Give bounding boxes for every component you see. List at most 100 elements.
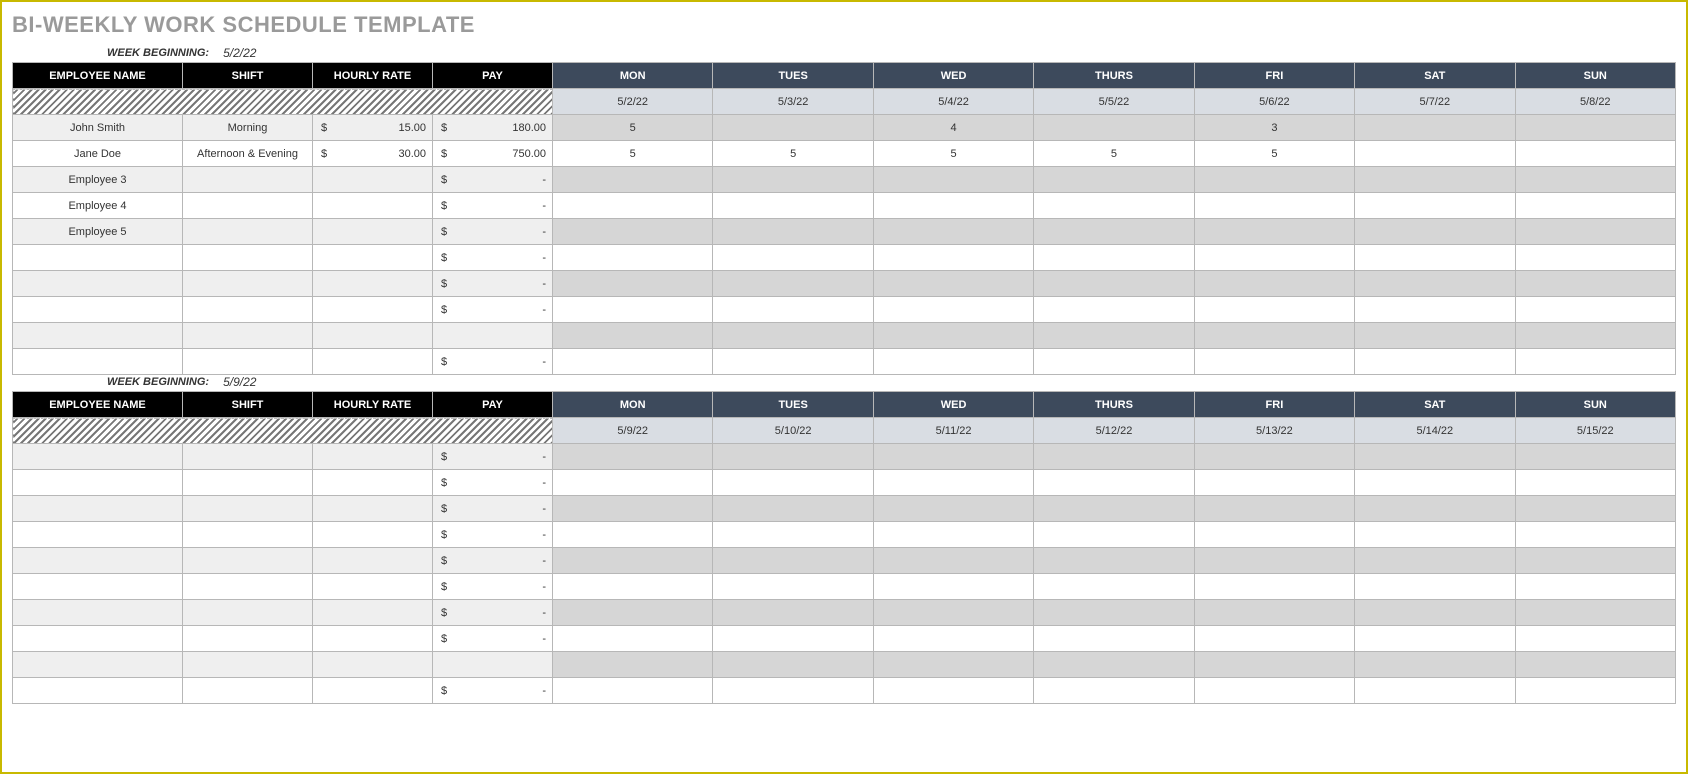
shift-cell[interactable] xyxy=(183,349,313,375)
hourly-rate-cell[interactable] xyxy=(313,678,433,704)
hours-cell[interactable] xyxy=(1515,323,1675,349)
hours-cell[interactable] xyxy=(553,470,713,496)
hours-cell[interactable] xyxy=(1034,496,1194,522)
hours-cell[interactable] xyxy=(873,219,1033,245)
hours-cell[interactable] xyxy=(1194,219,1354,245)
hours-cell[interactable] xyxy=(1034,522,1194,548)
hours-cell[interactable] xyxy=(1515,245,1675,271)
hours-cell[interactable] xyxy=(553,626,713,652)
shift-cell[interactable] xyxy=(183,167,313,193)
hours-cell[interactable] xyxy=(873,470,1033,496)
employee-name-cell[interactable] xyxy=(13,574,183,600)
hours-cell[interactable] xyxy=(1194,167,1354,193)
hours-cell[interactable] xyxy=(1355,574,1515,600)
hours-cell[interactable] xyxy=(1355,678,1515,704)
hours-cell[interactable] xyxy=(1515,193,1675,219)
hours-cell[interactable] xyxy=(1034,115,1194,141)
hourly-rate-cell[interactable] xyxy=(313,470,433,496)
hourly-rate-cell[interactable] xyxy=(313,167,433,193)
shift-cell[interactable] xyxy=(183,219,313,245)
shift-cell[interactable] xyxy=(183,323,313,349)
hourly-rate-cell[interactable] xyxy=(313,349,433,375)
hours-cell[interactable] xyxy=(1355,297,1515,323)
hours-cell[interactable] xyxy=(873,548,1033,574)
hours-cell[interactable] xyxy=(713,245,873,271)
hours-cell[interactable]: 5 xyxy=(553,141,713,167)
hours-cell[interactable] xyxy=(553,271,713,297)
employee-name-cell[interactable] xyxy=(13,323,183,349)
hours-cell[interactable] xyxy=(1515,444,1675,470)
hours-cell[interactable] xyxy=(1194,349,1354,375)
hours-cell[interactable] xyxy=(713,219,873,245)
date-cell[interactable]: 5/7/22 xyxy=(1355,89,1515,115)
employee-name-cell[interactable]: John Smith xyxy=(13,115,183,141)
hours-cell[interactable] xyxy=(873,522,1033,548)
hours-cell[interactable] xyxy=(713,548,873,574)
date-cell[interactable]: 5/9/22 xyxy=(553,418,713,444)
hours-cell[interactable] xyxy=(1355,141,1515,167)
hours-cell[interactable] xyxy=(1194,444,1354,470)
hourly-rate-cell[interactable] xyxy=(313,323,433,349)
hours-cell[interactable] xyxy=(1515,297,1675,323)
employee-name-cell[interactable] xyxy=(13,496,183,522)
hours-cell[interactable] xyxy=(1194,470,1354,496)
hours-cell[interactable] xyxy=(1034,678,1194,704)
hours-cell[interactable] xyxy=(1515,271,1675,297)
hours-cell[interactable] xyxy=(1034,323,1194,349)
hours-cell[interactable] xyxy=(1034,652,1194,678)
hours-cell[interactable] xyxy=(1194,193,1354,219)
hours-cell[interactable]: 5 xyxy=(1194,141,1354,167)
hours-cell[interactable] xyxy=(1515,349,1675,375)
hours-cell[interactable] xyxy=(1355,470,1515,496)
date-cell[interactable]: 5/6/22 xyxy=(1194,89,1354,115)
employee-name-cell[interactable] xyxy=(13,245,183,271)
hours-cell[interactable]: 5 xyxy=(553,115,713,141)
hours-cell[interactable] xyxy=(1515,470,1675,496)
hours-cell[interactable] xyxy=(1355,349,1515,375)
hours-cell[interactable] xyxy=(1034,245,1194,271)
hours-cell[interactable] xyxy=(713,271,873,297)
hours-cell[interactable]: 3 xyxy=(1194,115,1354,141)
hours-cell[interactable] xyxy=(873,574,1033,600)
hours-cell[interactable] xyxy=(713,652,873,678)
date-cell[interactable]: 5/11/22 xyxy=(873,418,1033,444)
employee-name-cell[interactable] xyxy=(13,652,183,678)
shift-cell[interactable] xyxy=(183,522,313,548)
hourly-rate-cell[interactable] xyxy=(313,444,433,470)
hours-cell[interactable] xyxy=(713,297,873,323)
hours-cell[interactable] xyxy=(1355,652,1515,678)
hours-cell[interactable] xyxy=(1515,522,1675,548)
hours-cell[interactable] xyxy=(873,349,1033,375)
hours-cell[interactable] xyxy=(1355,600,1515,626)
hourly-rate-cell[interactable] xyxy=(313,219,433,245)
hours-cell[interactable] xyxy=(873,245,1033,271)
shift-cell[interactable] xyxy=(183,193,313,219)
hours-cell[interactable] xyxy=(1515,219,1675,245)
hours-cell[interactable] xyxy=(1194,245,1354,271)
hours-cell[interactable] xyxy=(873,626,1033,652)
employee-name-cell[interactable]: Jane Doe xyxy=(13,141,183,167)
hours-cell[interactable] xyxy=(1194,574,1354,600)
hours-cell[interactable] xyxy=(873,297,1033,323)
hours-cell[interactable] xyxy=(873,193,1033,219)
hours-cell[interactable] xyxy=(1355,219,1515,245)
hours-cell[interactable] xyxy=(1194,548,1354,574)
hourly-rate-cell[interactable] xyxy=(313,652,433,678)
hours-cell[interactable] xyxy=(713,496,873,522)
hours-cell[interactable] xyxy=(1355,323,1515,349)
hourly-rate-cell[interactable]: $30.00 xyxy=(313,141,433,167)
hours-cell[interactable] xyxy=(1515,678,1675,704)
hours-cell[interactable] xyxy=(1034,600,1194,626)
hours-cell[interactable] xyxy=(553,219,713,245)
hours-cell[interactable] xyxy=(553,297,713,323)
hours-cell[interactable] xyxy=(553,323,713,349)
hours-cell[interactable] xyxy=(1194,626,1354,652)
hours-cell[interactable] xyxy=(553,167,713,193)
date-cell[interactable]: 5/5/22 xyxy=(1034,89,1194,115)
hourly-rate-cell[interactable] xyxy=(313,271,433,297)
hours-cell[interactable] xyxy=(1194,678,1354,704)
employee-name-cell[interactable]: Employee 3 xyxy=(13,167,183,193)
hours-cell[interactable] xyxy=(713,626,873,652)
date-cell[interactable]: 5/10/22 xyxy=(713,418,873,444)
hours-cell[interactable] xyxy=(1515,141,1675,167)
